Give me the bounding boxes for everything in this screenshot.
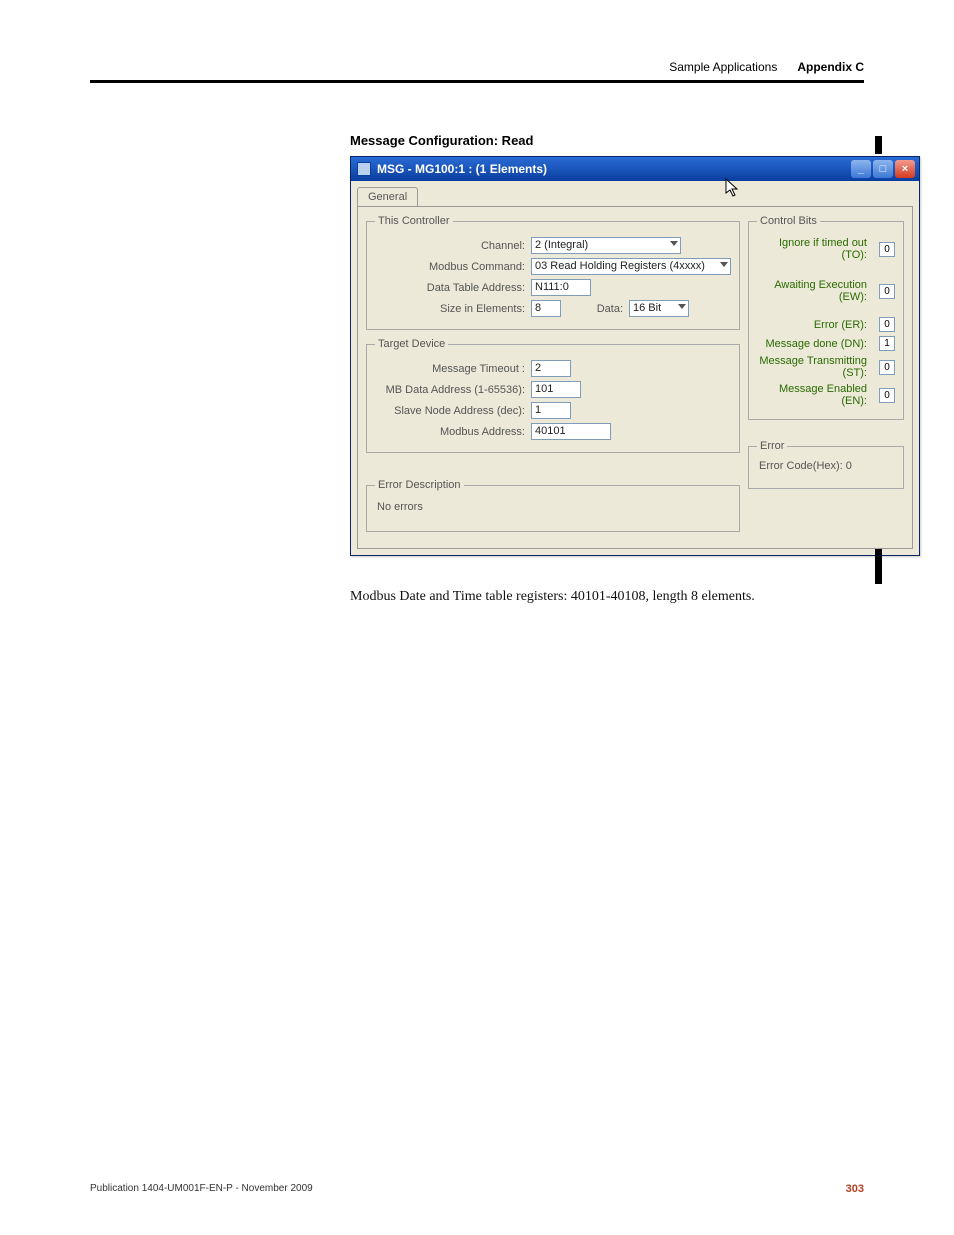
bit-st-label: Message Transmitting (ST): [757, 355, 867, 379]
size-label: Size in Elements: [375, 303, 525, 315]
group-legend: This Controller [375, 215, 453, 227]
header-appendix: Appendix C [797, 60, 864, 74]
data-label: Data: [587, 303, 623, 315]
mb-data-address-label: MB Data Address (1-65536): [375, 384, 525, 396]
tab-strip: General [351, 181, 919, 206]
publication-info: Publication 1404-UM001F-EN-P - November … [90, 1183, 313, 1195]
error-group: Error Error Code(Hex): 0 [748, 440, 904, 489]
data-table-address-label: Data Table Address: [375, 282, 525, 294]
group-legend: Error Description [375, 479, 464, 491]
target-device-group: Target Device Message Timeout : 2 MB Dat… [366, 338, 740, 453]
error-description-text: No errors [375, 497, 731, 523]
titlebar: MSG - MG100:1 : (1 Elements) _ □ × [351, 157, 919, 181]
modbus-address-input[interactable]: 40101 [531, 423, 611, 440]
data-table-address-input[interactable]: N111:0 [531, 279, 591, 296]
slave-node-address-label: Slave Node Address (dec): [375, 405, 525, 417]
channel-label: Channel: [375, 240, 525, 252]
close-button[interactable]: × [895, 160, 915, 178]
header-section: Sample Applications [669, 60, 777, 74]
modbus-command-select[interactable]: 03 Read Holding Registers (4xxxx) [531, 258, 731, 275]
maximize-button[interactable]: □ [873, 160, 893, 178]
body-note: Modbus Date and Time table registers: 40… [350, 588, 864, 607]
group-legend: Target Device [375, 338, 448, 350]
bit-dn-label: Message done (DN): [757, 338, 867, 350]
tab-general[interactable]: General [357, 187, 418, 206]
control-bits-group: Control Bits Ignore if timed out (TO): 0… [748, 215, 904, 420]
group-legend: Error [757, 440, 787, 452]
message-timeout-label: Message Timeout : [375, 363, 525, 375]
group-legend: Control Bits [757, 215, 820, 227]
bit-to-label: Ignore if timed out (TO): [757, 237, 867, 261]
page-number: 303 [846, 1183, 864, 1195]
modbus-address-label: Modbus Address: [375, 426, 525, 438]
data-select[interactable]: 16 Bit [629, 300, 689, 317]
bit-ew-label: Awaiting Execution (EW): [757, 279, 867, 303]
modbus-command-label: Modbus Command: [375, 261, 525, 273]
size-input[interactable]: 8 [531, 300, 561, 317]
bit-st-value[interactable]: 0 [879, 360, 895, 375]
figure-caption: Message Configuration: Read [350, 133, 864, 148]
bit-en-label: Message Enabled (EN): [757, 383, 867, 407]
bit-to-value[interactable]: 0 [879, 242, 895, 257]
change-bar [875, 136, 882, 154]
header-rule [90, 80, 864, 83]
mb-data-address-input[interactable]: 101 [531, 381, 581, 398]
slave-node-address-input[interactable]: 1 [531, 402, 571, 419]
minimize-button[interactable]: _ [851, 160, 871, 178]
bit-dn-value[interactable]: 1 [879, 336, 895, 351]
bit-ew-value[interactable]: 0 [879, 284, 895, 299]
app-icon [357, 162, 371, 176]
message-timeout-input[interactable]: 2 [531, 360, 571, 377]
bit-en-value[interactable]: 0 [879, 388, 895, 403]
this-controller-group: This Controller Channel: 2 (Integral) Mo… [366, 215, 740, 330]
channel-select[interactable]: 2 (Integral) [531, 237, 681, 254]
bit-er-value[interactable]: 0 [879, 317, 895, 332]
bit-er-label: Error (ER): [757, 319, 867, 331]
error-description-group: Error Description No errors [366, 479, 740, 532]
window-title: MSG - MG100:1 : (1 Elements) [377, 162, 547, 176]
dialog-window: MSG - MG100:1 : (1 Elements) _ □ × Gener… [350, 156, 920, 556]
error-code-text: Error Code(Hex): 0 [757, 458, 895, 480]
